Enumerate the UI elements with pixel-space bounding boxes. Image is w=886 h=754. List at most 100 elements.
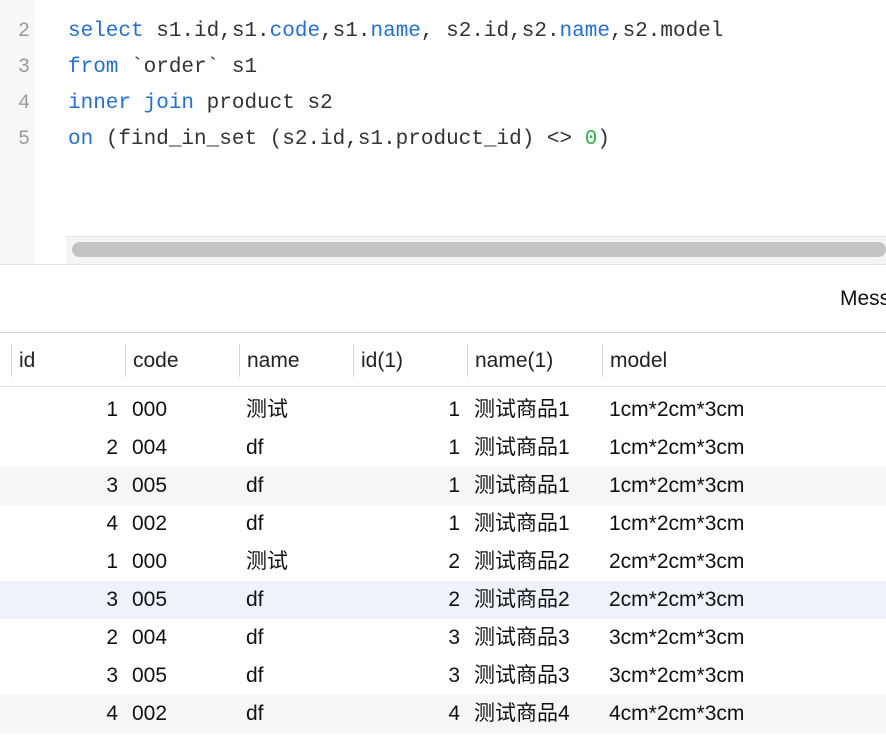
table-row[interactable]: 3 005 df 1 测试商品1 1cm*2cm*3cm xyxy=(0,467,886,505)
table-row[interactable]: 1 000 测试 1 测试商品1 1cm*2cm*3cm xyxy=(0,391,886,429)
table-row[interactable]: 3 005 df 2 测试商品2 2cm*2cm*3cm xyxy=(0,581,886,619)
sql-text: product s2 xyxy=(194,92,333,115)
code-line[interactable]: select s1.id,s1.code,s1.name, s2.id,s2.n… xyxy=(68,20,723,44)
sql-text: ,s2.model xyxy=(609,20,724,43)
table-cell[interactable]: df xyxy=(246,505,346,543)
column-header-name[interactable]: name xyxy=(239,344,353,377)
table-cell[interactable]: 2 xyxy=(353,581,460,619)
table-cell[interactable]: 3 xyxy=(0,581,118,619)
table-cell[interactable]: 2cm*2cm*3cm xyxy=(609,581,764,619)
table-cell[interactable]: 3cm*2cm*3cm xyxy=(609,657,764,695)
sql-keyword: name xyxy=(559,20,610,43)
table-cell[interactable]: 1cm*2cm*3cm xyxy=(609,429,764,467)
editor-scrollbar-thumb[interactable] xyxy=(72,242,886,257)
table-cell[interactable]: 1 xyxy=(353,429,460,467)
grid-header: id code name id(1) name(1) model xyxy=(0,334,886,387)
table-cell[interactable]: 1 xyxy=(353,467,460,505)
table-cell[interactable]: 测试商品1 xyxy=(474,505,599,543)
table-cell[interactable]: 测试商品3 xyxy=(474,619,599,657)
table-cell[interactable]: 测试 xyxy=(246,391,346,429)
column-header-name1[interactable]: name(1) xyxy=(467,344,602,377)
table-cell[interactable]: 004 xyxy=(132,619,232,657)
table-cell[interactable]: df xyxy=(246,657,346,695)
result-tab-strip: Mess xyxy=(0,265,886,333)
table-cell[interactable]: 000 xyxy=(132,543,232,581)
table-row[interactable]: 3 005 df 3 测试商品3 3cm*2cm*3cm xyxy=(0,657,886,695)
table-cell[interactable]: 测试商品1 xyxy=(474,391,599,429)
sql-editor[interactable]: 1 2 3 4 5 select s1.id,s1.code,s1.name, s2.i… xyxy=(0,0,886,265)
table-cell[interactable]: 1cm*2cm*3cm xyxy=(609,391,764,429)
sql-text: ,s1. xyxy=(320,20,371,43)
line-number: 5 xyxy=(17,128,30,151)
table-cell[interactable]: 3 xyxy=(353,657,460,695)
sql-keyword: inner xyxy=(68,92,132,115)
sql-text: s1.id,s1. xyxy=(143,20,270,43)
table-cell[interactable]: 4 xyxy=(353,695,460,733)
table-row[interactable]: 4 002 df 1 测试商品1 1cm*2cm*3cm xyxy=(0,505,886,543)
table-cell[interactable]: 2 xyxy=(0,429,118,467)
table-row[interactable]: 2 004 df 1 测试商品1 1cm*2cm*3cm xyxy=(0,429,886,467)
table-cell[interactable]: 2 xyxy=(353,543,460,581)
table-cell[interactable]: 005 xyxy=(132,657,232,695)
column-header-code[interactable]: code xyxy=(125,344,239,377)
table-cell[interactable]: 002 xyxy=(132,505,232,543)
table-cell[interactable]: 005 xyxy=(132,467,232,505)
table-cell[interactable]: 4 xyxy=(0,505,118,543)
column-header-model[interactable]: model xyxy=(602,344,770,377)
table-cell[interactable]: df xyxy=(246,467,346,505)
table-cell[interactable]: 002 xyxy=(132,695,232,733)
table-cell[interactable]: df xyxy=(246,429,346,467)
sql-keyword: name xyxy=(370,20,421,43)
table-cell[interactable]: df xyxy=(246,581,346,619)
table-row[interactable]: 2 004 df 3 测试商品3 3cm*2cm*3cm xyxy=(0,619,886,657)
table-cell[interactable]: 测试商品4 xyxy=(474,695,599,733)
sql-text: `order` s1 xyxy=(118,56,258,79)
table-cell[interactable]: 测试商品2 xyxy=(474,581,599,619)
table-cell[interactable]: 测试商品3 xyxy=(474,657,599,695)
table-cell[interactable]: 3 xyxy=(353,619,460,657)
tab-message[interactable]: Mess xyxy=(840,287,886,311)
table-cell[interactable]: df xyxy=(246,619,346,657)
code-line[interactable]: from `order` s1 xyxy=(68,56,257,80)
table-cell[interactable]: 测试商品1 xyxy=(474,429,599,467)
table-cell[interactable]: 004 xyxy=(132,429,232,467)
table-cell[interactable]: 2cm*2cm*3cm xyxy=(609,543,764,581)
table-cell[interactable]: 1cm*2cm*3cm xyxy=(609,467,764,505)
table-row[interactable]: 4 002 df 4 测试商品4 4cm*2cm*3cm xyxy=(0,695,886,733)
code-line[interactable]: on (find_in_set (s2.id,s1.product_id) <>… xyxy=(68,128,610,152)
table-cell[interactable]: 4cm*2cm*3cm xyxy=(609,695,764,733)
result-grid: id code name id(1) name(1) model 1 000 测试 1 测试商品1… xyxy=(0,334,886,754)
table-cell[interactable]: 4 xyxy=(0,695,118,733)
table-cell[interactable]: 1cm*2cm*3cm xyxy=(609,505,764,543)
sql-number: 0 xyxy=(584,128,598,151)
table-cell[interactable]: 1 xyxy=(0,391,118,429)
table-cell[interactable]: 测试商品1 xyxy=(474,467,599,505)
table-cell[interactable]: df xyxy=(246,695,346,733)
table-cell[interactable]: 3 xyxy=(0,657,118,695)
table-cell[interactable]: 3 xyxy=(0,467,118,505)
table-cell[interactable]: 测试 xyxy=(246,543,346,581)
table-cell[interactable]: 3cm*2cm*3cm xyxy=(609,619,764,657)
sql-text: , s2.id,s2. xyxy=(420,20,560,43)
line-number-gutter: 1 2 3 4 5 xyxy=(0,0,35,265)
table-cell[interactable]: 1 xyxy=(0,543,118,581)
sql-keyword: code xyxy=(269,20,321,43)
column-header-id1[interactable]: id(1) xyxy=(353,344,467,377)
table-row[interactable]: 1 000 测试 2 测试商品2 2cm*2cm*3cm xyxy=(0,543,886,581)
table-cell[interactable]: 测试商品2 xyxy=(474,543,599,581)
table-cell[interactable]: 005 xyxy=(132,581,232,619)
line-number: 3 xyxy=(17,56,30,79)
line-number: 1 xyxy=(0,0,30,8)
sql-keyword: from xyxy=(68,56,119,79)
line-number: 2 xyxy=(17,20,30,43)
table-cell[interactable]: 1 xyxy=(353,391,460,429)
sql-keyword: on xyxy=(68,128,94,151)
line-number: 4 xyxy=(17,92,30,115)
table-cell[interactable]: 2 xyxy=(0,619,118,657)
sql-text: ) xyxy=(597,128,610,151)
column-header-id[interactable]: id xyxy=(11,344,125,377)
table-cell[interactable]: 000 xyxy=(132,391,232,429)
code-line[interactable]: inner join product s2 xyxy=(68,92,333,116)
table-cell[interactable]: 1 xyxy=(353,505,460,543)
